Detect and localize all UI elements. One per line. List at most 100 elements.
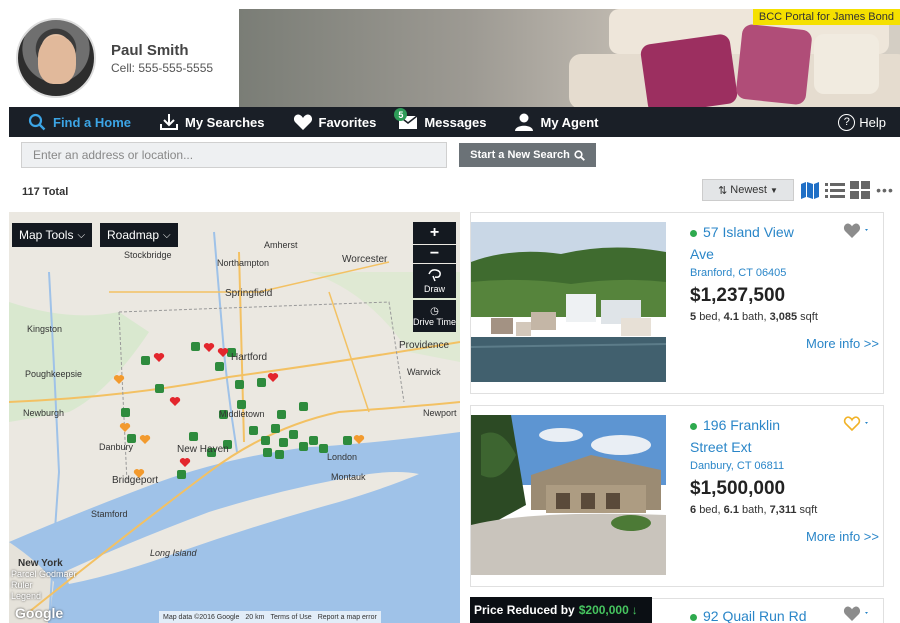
- listing-address[interactable]: 196 Franklin: [703, 417, 780, 433]
- map-layer-label[interactable]: Parcel Godmaer: [11, 569, 77, 579]
- listing-card[interactable]: 57 Island View Ave Branford, CT 06405 $1…: [470, 212, 884, 394]
- more-info-link[interactable]: More info >>: [806, 529, 879, 544]
- chevron-down-icon: ⌵: [163, 229, 171, 241]
- nav-label: Find a Home: [53, 114, 132, 130]
- download-icon: [159, 113, 179, 131]
- map-layer-label[interactable]: Legend: [11, 591, 41, 601]
- nav-label: Messages: [424, 114, 487, 130]
- help-icon: ?: [838, 113, 856, 131]
- nav-label: My Agent: [540, 114, 599, 130]
- chevron-down-icon: ⌵: [77, 229, 86, 241]
- list-view-icon[interactable]: [825, 181, 845, 199]
- listing-address[interactable]: 92 Quail Run Rd: [703, 608, 807, 623]
- listing-specs: 5 bed, 4.1 bath, 3,085 sqft: [690, 311, 818, 323]
- map-place-label: Bridgeport: [112, 475, 159, 486]
- nav-label: Favorites: [318, 114, 377, 130]
- listing-address[interactable]: 57 Island View: [703, 224, 794, 240]
- nav-find-a-home[interactable]: Find a Home: [27, 113, 131, 131]
- listing-photo[interactable]: [471, 415, 666, 575]
- search-input[interactable]: Enter an address or location...: [21, 142, 447, 168]
- drive-time-button[interactable]: ◷ Drive Time: [413, 300, 456, 332]
- results-toolbar: 117 Total ⇅ Newest ▼ •••: [9, 176, 900, 210]
- map-place-label: New York: [18, 558, 63, 569]
- price-reduced-label: Price Reduced by: [474, 603, 575, 617]
- search-placeholder: Enter an address or location...: [33, 148, 194, 162]
- agent-name: Paul Smith: [111, 41, 189, 59]
- sort-dropdown[interactable]: ⇅ Newest ▼: [702, 179, 794, 201]
- active-status-dot: [690, 613, 697, 621]
- map-place-label: Newport: [423, 408, 457, 418]
- map-place-label: Hartford: [231, 352, 268, 363]
- active-status-dot: [690, 422, 697, 430]
- header-banner: Paul Smith Cell: 555-555-5555 BCC Portal…: [9, 9, 900, 107]
- listing-city: Danbury, CT 06811: [690, 460, 785, 472]
- portal-badge: BCC Portal for James Bond: [752, 9, 900, 25]
- agent-card[interactable]: Paul Smith Cell: 555-555-5555: [9, 9, 239, 107]
- nav-my-searches[interactable]: My Searches: [159, 113, 265, 131]
- grid-view-icon[interactable]: [850, 181, 870, 199]
- plus-icon: +: [429, 224, 440, 241]
- heart-icon: [293, 113, 313, 131]
- map-place-label: Newburgh: [23, 408, 65, 418]
- map-place-label: Poughkeepsie: [25, 369, 83, 379]
- person-icon: [514, 113, 534, 131]
- listing-specs: 6 bed, 6.1 bath, 7,311 sqft: [690, 504, 818, 516]
- map-place-label: Amherst: [264, 240, 298, 250]
- nav-favorites[interactable]: Favorites: [293, 113, 377, 131]
- map-place-label: Montauk: [331, 472, 366, 482]
- more-info-link[interactable]: More info >>: [806, 336, 879, 351]
- map-layer-label[interactable]: Ruler: [11, 580, 33, 590]
- map-type-label: Roadmap: [107, 228, 160, 242]
- clock-icon: ◷: [430, 305, 439, 317]
- listing-city: Branford, CT 06405: [690, 267, 787, 279]
- map-place-label: Stockbridge: [124, 250, 172, 260]
- listing-address-line2[interactable]: Ave: [690, 243, 880, 265]
- agent-cell: Cell: 555-555-5555: [111, 60, 214, 75]
- more-options-icon[interactable]: •••: [875, 181, 895, 199]
- main-nav: Find a Home My Searches Favorites 5 Mess…: [9, 107, 900, 137]
- google-logo: Google: [15, 605, 64, 621]
- view-toggle: •••: [800, 181, 895, 199]
- listing-price: $1,500,000: [690, 478, 786, 499]
- listing-photo[interactable]: [471, 222, 666, 382]
- favorite-heart-icon[interactable]: [843, 221, 871, 244]
- map-place-label: Providence: [399, 340, 450, 351]
- start-new-search-button[interactable]: Start a New Search: [459, 143, 596, 167]
- map-place-label: Springfield: [225, 288, 273, 299]
- search-icon: [574, 149, 585, 161]
- map-tools-dropdown[interactable]: Map Tools ⌵: [12, 223, 93, 247]
- report-error-link[interactable]: Report a map error: [318, 614, 377, 621]
- favorite-heart-icon[interactable]: [843, 414, 871, 437]
- listing-card[interactable]: 196 Franklin Street Ext Danbury, CT 0681…: [470, 405, 884, 587]
- map-place-label: Kingston: [27, 324, 63, 334]
- map-place-label: New Haven: [177, 444, 229, 455]
- map-place-label: Warwick: [407, 367, 441, 377]
- zoom-out-button[interactable]: −: [413, 245, 456, 263]
- price-reduced-banner: Price Reduced by $200,000 ↓: [470, 597, 652, 623]
- map-place-label: Worcester: [342, 254, 388, 265]
- minus-icon: −: [429, 245, 440, 262]
- sort-label: Newest: [730, 184, 767, 196]
- nav-messages[interactable]: 5 Messages: [394, 108, 487, 131]
- search-icon: [27, 113, 47, 131]
- map-data-credit: Map data ©2016 Google: [163, 613, 240, 621]
- agent-avatar: [16, 18, 96, 98]
- nav-label: My Searches: [185, 114, 265, 130]
- map-place-label: Stamford: [91, 509, 128, 519]
- map-type-dropdown[interactable]: Roadmap ⌵: [100, 223, 178, 247]
- listing-address-line2[interactable]: Street Ext: [690, 436, 880, 458]
- map-view-icon[interactable]: [800, 181, 820, 199]
- caret-down-icon: ▼: [769, 185, 778, 195]
- map-panel[interactable]: Amherst Stockbridge Northampton Worceste…: [9, 212, 460, 623]
- map-place-label: Danbury: [99, 442, 134, 452]
- sort-icon: ⇅: [718, 184, 728, 197]
- map-attribution: Map data ©2016 Google 20 km Terms of Use…: [159, 611, 381, 623]
- help-link[interactable]: ? Help: [838, 113, 886, 131]
- help-label: Help: [859, 114, 886, 130]
- zoom-in-button[interactable]: +: [413, 222, 456, 244]
- terms-link[interactable]: Terms of Use: [270, 614, 311, 621]
- nav-my-agent[interactable]: My Agent: [514, 113, 599, 131]
- map-place-label: Long Island: [150, 548, 197, 558]
- draw-button[interactable]: Draw: [413, 264, 456, 298]
- favorite-heart-icon[interactable]: [843, 604, 871, 623]
